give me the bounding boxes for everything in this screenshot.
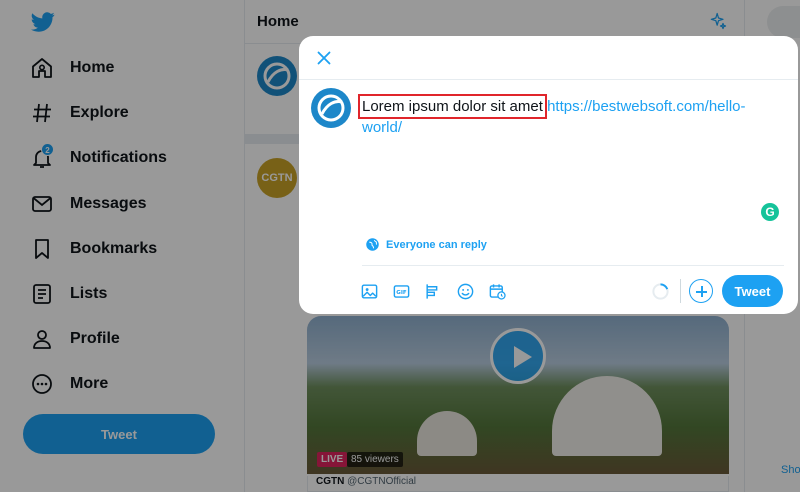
tweet-text-area[interactable]: Lorem ipsum dolor sit amet https://bestw… [358, 94, 782, 138]
image-icon[interactable] [360, 282, 379, 301]
svg-text:GIF: GIF [396, 290, 407, 296]
tweet-button[interactable]: Tweet [722, 275, 783, 307]
poll-icon[interactable] [424, 282, 443, 301]
close-icon[interactable] [313, 47, 335, 69]
add-tweet-button[interactable] [689, 279, 713, 303]
modal-header [299, 36, 798, 80]
avatar[interactable] [311, 88, 351, 128]
schedule-icon[interactable] [488, 282, 507, 301]
globe-icon [366, 238, 379, 251]
reply-setting-label: Everyone can reply [386, 238, 487, 251]
divider [362, 265, 784, 266]
grammarly-icon[interactable]: G [761, 203, 779, 221]
reply-setting-button[interactable]: Everyone can reply [365, 237, 487, 252]
compose-tweet-modal: Lorem ipsum dolor sit amet https://bestw… [299, 36, 798, 314]
toolbar-separator [680, 279, 681, 303]
character-count-ring [651, 282, 670, 301]
highlighted-text: Lorem ipsum dolor sit amet [358, 94, 547, 119]
gif-icon[interactable]: GIF [392, 282, 411, 301]
emoji-icon[interactable] [456, 282, 475, 301]
